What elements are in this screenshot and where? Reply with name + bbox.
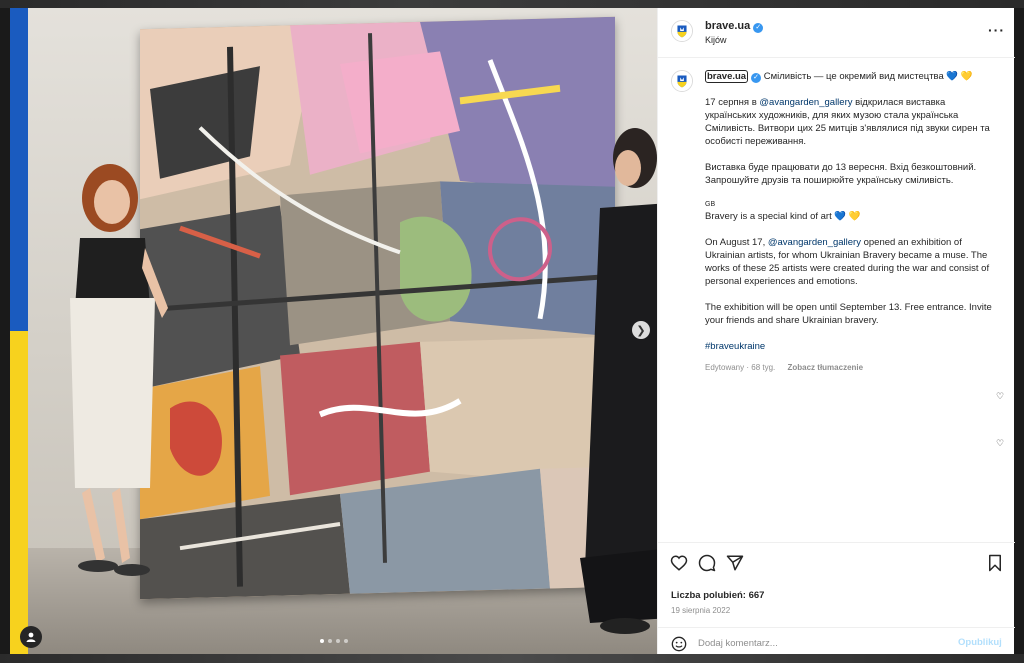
see-translation-button[interactable]: Zobacz tłumaczenie bbox=[788, 363, 864, 372]
caption-meta: Edytowany · 68 tyg. Zobacz tłumaczenie bbox=[705, 361, 995, 374]
person-left-figure bbox=[50, 158, 170, 578]
language-tag: GB bbox=[705, 201, 716, 208]
post-actions: Liczba polubień: 667 19 sierpnia 2022 Op… bbox=[658, 542, 1015, 654]
person-right-figure bbox=[580, 118, 657, 654]
comment-like-heart-icon[interactable]: ♡ bbox=[996, 391, 1004, 402]
caption-paragraph-1: 17 серпня в @avangarden_gallery відкрила… bbox=[705, 96, 995, 148]
para1-prefix: 17 серпня в bbox=[705, 97, 760, 108]
comment-button[interactable] bbox=[698, 554, 716, 572]
save-button[interactable] bbox=[986, 554, 1004, 572]
carousel-dot bbox=[336, 639, 340, 643]
carousel-dot bbox=[328, 639, 332, 643]
comment-input[interactable] bbox=[698, 634, 938, 652]
abstract-painting bbox=[140, 16, 615, 600]
caption-paragraph-2: Виставка буде працювати до 13 вересня. В… bbox=[705, 162, 977, 186]
next-slide-button[interactable]: ❯ bbox=[632, 321, 650, 339]
carousel-dot bbox=[320, 639, 324, 643]
user-tag-button[interactable] bbox=[20, 626, 42, 648]
more-options-button[interactable]: ··· bbox=[988, 22, 1005, 38]
post-location[interactable]: Kijów bbox=[705, 35, 727, 45]
share-button[interactable] bbox=[726, 554, 744, 572]
gallery-mention-link[interactable]: @avangarden_gallery bbox=[759, 97, 852, 108]
post-header: brave.ua ✓ Kijów ··· bbox=[658, 8, 1015, 58]
caption-avatar[interactable] bbox=[671, 70, 693, 92]
edited-timestamp: Edytowany · 68 tyg. bbox=[705, 363, 776, 372]
caption-headline-en: Bravery is a special kind of art 💙 💛 bbox=[705, 211, 861, 222]
publish-comment-button[interactable]: Opublikuj bbox=[958, 637, 1002, 648]
emoji-icon bbox=[671, 636, 687, 652]
caption-paragraph-4: The exhibition will be open until Septem… bbox=[705, 302, 992, 326]
heart-icon bbox=[670, 555, 688, 571]
carousel-indicator bbox=[320, 639, 348, 643]
user-tag-icon bbox=[26, 632, 36, 642]
avatar[interactable] bbox=[671, 20, 693, 42]
more-horizontal-icon: ··· bbox=[988, 22, 1005, 38]
post-date[interactable]: 19 sierpnia 2022 bbox=[671, 606, 730, 615]
username-text[interactable]: brave.ua bbox=[705, 20, 750, 32]
post-details-panel: brave.ua ✓ Kijów ··· brave.ua ✓ Сміливість… bbox=[657, 8, 1015, 654]
send-icon bbox=[726, 555, 744, 571]
add-comment-bar: Opublikuj bbox=[658, 627, 1015, 655]
like-button[interactable] bbox=[670, 554, 688, 572]
verified-badge-icon: ✓ bbox=[753, 23, 764, 33]
verified-badge-icon: ✓ bbox=[751, 73, 762, 83]
flag-yellow-stripe bbox=[10, 331, 28, 654]
carousel-dot bbox=[344, 639, 348, 643]
chevron-right-icon: ❯ bbox=[636, 324, 646, 337]
gallery-mention-link[interactable]: @avangarden_gallery bbox=[768, 237, 861, 248]
likes-count[interactable]: Liczba polubień: 667 bbox=[671, 590, 764, 601]
post-media[interactable]: ❯ bbox=[10, 8, 657, 654]
comment-like-heart-icon[interactable]: ♡ bbox=[996, 438, 1004, 449]
emoji-button[interactable] bbox=[671, 636, 687, 652]
hashtag-link[interactable]: #braveukraine bbox=[705, 340, 995, 353]
flag-blue-stripe bbox=[10, 8, 28, 331]
para3-prefix: On August 17, bbox=[705, 237, 768, 248]
backdrop-bottom bbox=[0, 654, 1024, 663]
comment-icon bbox=[698, 554, 716, 572]
caption-headline-ua: Сміливість — це окремий вид мистецтва 💙 … bbox=[763, 71, 973, 82]
caption-username[interactable]: brave.ua bbox=[705, 70, 749, 83]
bookmark-icon bbox=[989, 554, 1001, 572]
caption-paragraph-3: On August 17, @avangarden_gallery opened… bbox=[705, 236, 995, 288]
post-caption: brave.ua ✓ Сміливість — це окремий вид ми… bbox=[705, 70, 995, 374]
post-username[interactable]: brave.ua ✓ bbox=[705, 20, 764, 33]
backdrop-top bbox=[0, 0, 1024, 8]
